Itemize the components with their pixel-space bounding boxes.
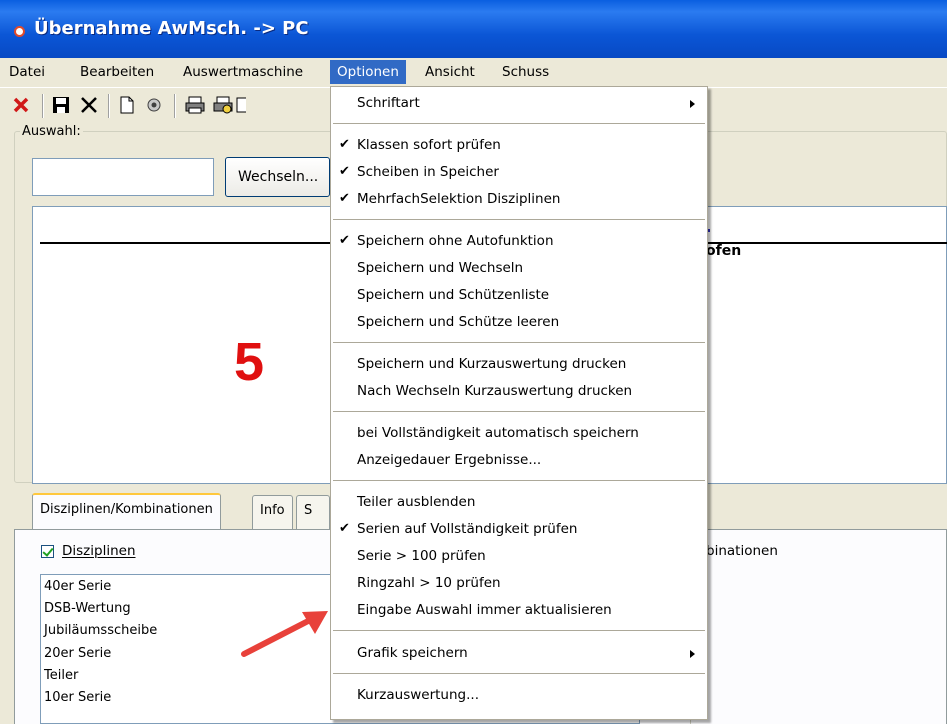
app-icon [14, 26, 25, 37]
menuitem-speichern-und-kurzauswertung-drucken[interactable]: Speichern und Kurzauswertung drucken [357, 356, 626, 372]
optionen-dropdown-menu: Schriftart ✔ Klassen sofort prüfen ✔ Sch… [330, 86, 708, 720]
menuitem-nach-wechseln-kurzauswertung-drucken[interactable]: Nach Wechseln Kurzauswertung drucken [357, 383, 632, 399]
menuitem-grafik-speichern[interactable]: Grafik speichern [357, 645, 468, 661]
menu-auswertmaschine[interactable]: Auswertmaschine [176, 60, 310, 84]
close-red-icon[interactable] [10, 94, 32, 116]
save-icon[interactable] [50, 94, 72, 116]
auswahl-label: Auswahl: [20, 124, 83, 139]
menuitem-serien-auf-vollstaendigkeit-pruefen[interactable]: Serien auf Vollständigkeit prüfen [357, 521, 577, 537]
display-right-text: ofen [706, 243, 742, 259]
menu-bar: Datei Bearbeiten Auswertmaschine Optione… [0, 58, 947, 86]
menuitem-eingabe-auswahl-immer-aktualisieren[interactable]: Eingabe Auswahl immer aktualisieren [357, 602, 612, 618]
tab-disziplinen-kombinationen[interactable]: Disziplinen/Kombinationen [32, 493, 221, 529]
list-item[interactable]: 10er Serie [44, 690, 111, 705]
delete-icon[interactable] [78, 94, 100, 116]
print-icon[interactable] [184, 94, 206, 116]
wechseln-button[interactable]: Wechseln... [225, 157, 330, 197]
menuitem-mehrfachselektion-disziplinen[interactable]: MehrfachSelektion Disziplinen [357, 191, 560, 207]
list-item[interactable]: Jubiläumsscheibe [44, 623, 157, 638]
check-icon: ✔ [339, 191, 350, 206]
check-icon: ✔ [339, 521, 350, 536]
list-item[interactable]: 20er Serie [44, 646, 111, 661]
menuitem-bei-vollstaendigkeit-automatisch-speichern[interactable]: bei Vollständigkeit automatisch speicher… [357, 425, 639, 441]
partial-icon[interactable] [236, 94, 246, 116]
disziplinen-checkbox-label: Disziplinen [62, 543, 136, 559]
print-preview-icon[interactable] [212, 94, 234, 116]
menuitem-ringzahl-10-pruefen[interactable]: Ringzahl > 10 prüfen [357, 575, 501, 591]
menuitem-klassen-sofort-pruefen[interactable]: Klassen sofort prüfen [357, 137, 501, 153]
menuitem-teiler-ausblenden[interactable]: Teiler ausblenden [357, 494, 475, 510]
kombinationen-frame [690, 532, 947, 724]
auswahl-input[interactable] [32, 158, 214, 196]
tab-partial[interactable]: S [296, 495, 330, 529]
submenu-arrow-icon [690, 100, 695, 108]
menuitem-speichern-und-wechseln[interactable]: Speichern und Wechseln [357, 260, 523, 276]
menuitem-schriftart[interactable]: Schriftart [357, 95, 420, 111]
menuitem-speichern-ohne-autofunktion[interactable]: Speichern ohne Autofunktion [357, 233, 554, 249]
big-number: 5 [234, 332, 265, 392]
menu-schuss[interactable]: Schuss [495, 60, 556, 84]
new-document-icon[interactable] [116, 94, 138, 116]
menuitem-speichern-und-schuetzenliste[interactable]: Speichern und Schützenliste [357, 287, 549, 303]
check-icon: ✔ [339, 164, 350, 179]
menu-datei[interactable]: Datei [2, 60, 52, 84]
list-item[interactable]: 40er Serie [44, 579, 111, 594]
disziplinen-checkbox-row[interactable]: Disziplinen [41, 543, 136, 559]
list-item[interactable]: DSB-Wertung [44, 601, 131, 616]
menu-optionen[interactable]: Optionen [330, 60, 406, 84]
menuitem-serie-100-pruefen[interactable]: Serie > 100 prüfen [357, 548, 486, 564]
menuitem-scheiben-in-speicher[interactable]: Scheiben in Speicher [357, 164, 499, 180]
gear-document-icon[interactable] [143, 94, 165, 116]
annotation-arrow-icon [241, 611, 328, 657]
menuitem-speichern-und-schuetze-leeren[interactable]: Speichern und Schütze leeren [357, 314, 559, 330]
tab-info[interactable]: Info [252, 495, 293, 529]
kombinationen-label: binationen [706, 543, 778, 559]
check-icon: ✔ [339, 233, 350, 248]
list-item[interactable]: Teiler [44, 668, 78, 683]
menuitem-anzeigedauer-ergebnisse[interactable]: Anzeigedauer Ergebnisse... [357, 452, 541, 468]
submenu-arrow-icon [690, 650, 695, 658]
title-bar: Übernahme AwMsch. -> PC [0, 0, 947, 58]
menuitem-kurzauswertung[interactable]: Kurzauswertung... [357, 687, 479, 703]
check-icon: ✔ [339, 137, 350, 152]
disziplinen-checkbox[interactable] [41, 544, 54, 558]
menu-bearbeiten[interactable]: Bearbeiten [73, 60, 161, 84]
menu-ansicht[interactable]: Ansicht [418, 60, 482, 84]
window-title: Übernahme AwMsch. -> PC [34, 18, 309, 39]
